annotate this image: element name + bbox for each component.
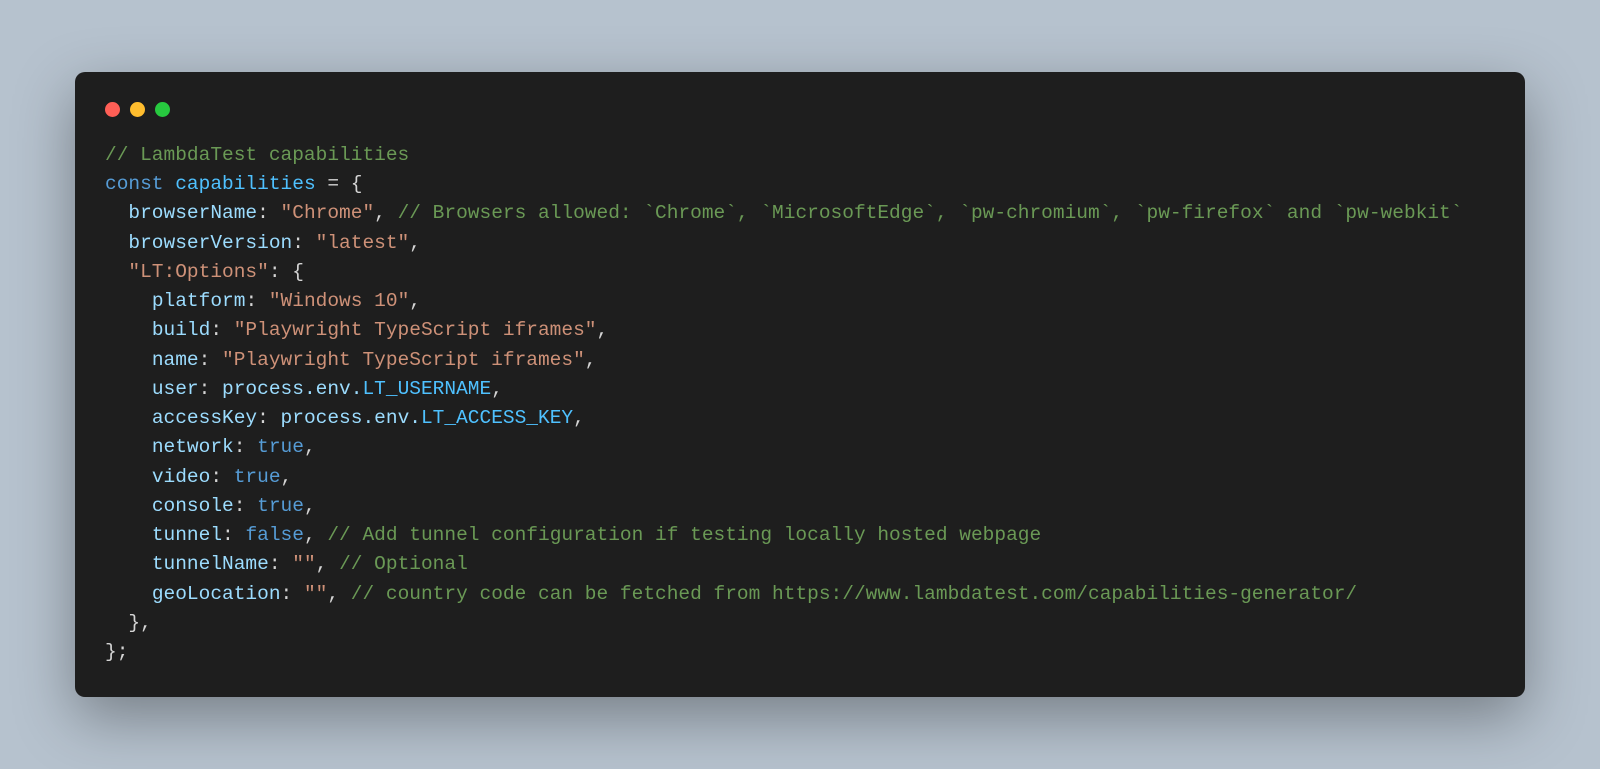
- key-geoLocation: geoLocation: [152, 583, 281, 605]
- val-accessKey-process: process.env.: [281, 407, 421, 429]
- val-platform: "Windows 10": [269, 290, 409, 312]
- key-console: console: [152, 495, 234, 517]
- val-name: "Playwright TypeScript iframes": [222, 349, 585, 371]
- brace-close-outer: };: [105, 641, 128, 663]
- val-false: false: [245, 524, 304, 546]
- val-browserVersion: "latest": [316, 232, 410, 254]
- val-user-process: process.env.: [222, 378, 362, 400]
- val-build: "Playwright TypeScript iframes": [234, 319, 597, 341]
- comment-browsers: // Browsers allowed: `Chrome`, `Microsof…: [398, 202, 1463, 224]
- key-platform: platform: [152, 290, 246, 312]
- code-window: // LambdaTest capabilities const capabil…: [75, 72, 1525, 698]
- window-titlebar: [105, 102, 1495, 117]
- code-block: // LambdaTest capabilities const capabil…: [105, 141, 1495, 668]
- val-browserName: "Chrome": [281, 202, 375, 224]
- comment-geo: // country code can be fetched from http…: [351, 583, 1357, 605]
- val-accessKey-const: LT_ACCESS_KEY: [421, 407, 573, 429]
- key-browserName: browserName: [128, 202, 257, 224]
- val-user-const: LT_USERNAME: [362, 378, 491, 400]
- comment-tunnel: // Add tunnel configuration if testing l…: [327, 524, 1041, 546]
- key-browserVersion: browserVersion: [128, 232, 292, 254]
- key-accessKey: accessKey: [152, 407, 257, 429]
- comment-header: // LambdaTest capabilities: [105, 144, 409, 166]
- brace-close-inner: },: [105, 612, 152, 634]
- key-tunnelName: tunnelName: [152, 553, 269, 575]
- minimize-icon[interactable]: [130, 102, 145, 117]
- comment-optional: // Optional: [339, 553, 468, 575]
- close-icon[interactable]: [105, 102, 120, 117]
- val-empty: "": [292, 553, 315, 575]
- var-capabilities: capabilities: [175, 173, 315, 195]
- val-true: true: [257, 436, 304, 458]
- key-build: build: [152, 319, 211, 341]
- key-user: user: [152, 378, 199, 400]
- key-tunnel: tunnel: [152, 524, 222, 546]
- key-video: video: [152, 466, 211, 488]
- key-network: network: [152, 436, 234, 458]
- zoom-icon[interactable]: [155, 102, 170, 117]
- keyword-const: const: [105, 173, 164, 195]
- key-lt-options: "LT:Options": [128, 261, 268, 283]
- key-name: name: [152, 349, 199, 371]
